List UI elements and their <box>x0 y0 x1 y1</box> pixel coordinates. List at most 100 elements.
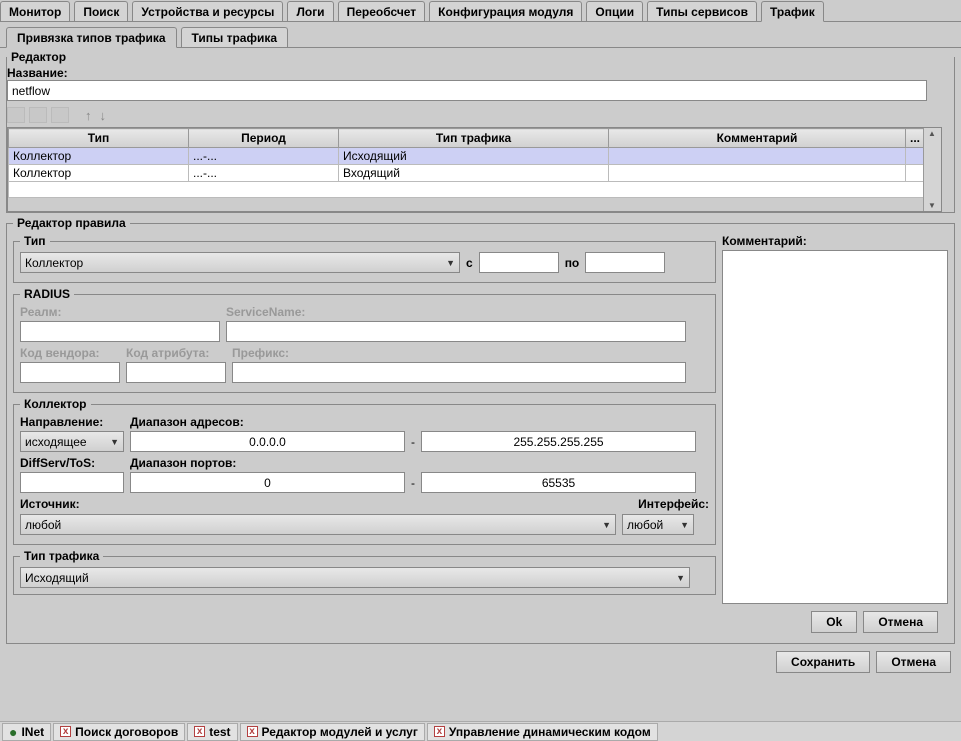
cell-period: ...-... <box>189 165 339 182</box>
vendor-input[interactable] <box>20 362 120 383</box>
port-range-label: Диапазон портов: <box>130 456 236 470</box>
dash-separator: - <box>411 476 415 490</box>
move-down-icon[interactable]: ↓ <box>98 108 109 123</box>
prefix-label: Префикс: <box>232 346 289 360</box>
diffserv-input[interactable] <box>20 472 124 493</box>
cell-spacer <box>905 165 924 182</box>
prefix-input[interactable] <box>232 362 686 383</box>
tab-search[interactable]: Поиск <box>74 1 128 21</box>
statusbar-label: test <box>209 725 230 739</box>
vendor-label: Код вендора: <box>20 346 120 360</box>
tab-label: Трафик <box>770 5 815 19</box>
tab-devices[interactable]: Устройства и ресурсы <box>132 1 283 21</box>
move-up-icon[interactable]: ↑ <box>83 108 94 123</box>
cancel2-button[interactable]: Отмена <box>876 651 951 673</box>
cell-traffic: Исходящий <box>339 148 609 165</box>
cell-comment <box>609 148 906 165</box>
cell-type: Коллектор <box>9 165 189 182</box>
statusbar-tab-inet[interactable]: ● INet <box>2 723 51 741</box>
tab-config[interactable]: Конфигурация модуля <box>429 1 582 21</box>
statusbar-label: INet <box>21 725 44 739</box>
rules-table: Тип Период Тип трафика Комментарий ... К… <box>7 127 942 212</box>
traffic-type-select[interactable]: Исходящий <box>20 567 690 588</box>
tab-recalc[interactable]: Переобсчет <box>338 1 426 21</box>
statusbar: ● INet x Поиск договоров x test x Редакт… <box>0 721 961 741</box>
source-label: Источник: <box>20 497 80 511</box>
top-tabs: Монитор Поиск Устройства и ресурсы Логи … <box>0 0 961 22</box>
bullet-icon: ● <box>9 727 17 737</box>
iface-select[interactable]: любой <box>622 514 694 535</box>
sub-tabs: Привязка типов трафика Типы трафика <box>0 22 961 48</box>
c-input[interactable] <box>479 252 559 273</box>
cell-period: ...-... <box>189 148 339 165</box>
direction-label: Направление: <box>20 415 124 429</box>
tab-servicetypes[interactable]: Типы сервисов <box>647 1 757 21</box>
realm-input[interactable] <box>20 321 220 342</box>
realm-label: Реалм: <box>20 305 220 319</box>
statusbar-label: Поиск договоров <box>75 725 178 739</box>
editor-fieldset: Редактор Название: ↑ ↓ Тип Перио <box>6 50 955 213</box>
table-fill <box>9 182 925 198</box>
traffic-type-fieldset: Тип трафика Исходящий <box>13 549 716 595</box>
tab-logs[interactable]: Логи <box>287 1 333 21</box>
statusbar-tab-modules[interactable]: x Редактор модулей и услуг <box>240 723 425 741</box>
statusbar-tab-test[interactable]: x test <box>187 723 237 741</box>
cancel-button[interactable]: Отмена <box>863 611 938 633</box>
collector-fieldset: Коллектор Направление: Диапазон адресов:… <box>13 397 716 545</box>
tab-label: Переобсчет <box>347 5 417 19</box>
port-from-input[interactable] <box>130 472 405 493</box>
col-type[interactable]: Тип <box>9 129 189 148</box>
subtab-types[interactable]: Типы трафика <box>181 27 289 47</box>
table-row[interactable]: Коллектор ...-... Исходящий <box>9 148 925 165</box>
toolbar-btn-2[interactable] <box>29 107 47 123</box>
col-menu[interactable]: ... <box>905 129 924 148</box>
statusbar-label: Управление динамическим кодом <box>449 725 651 739</box>
source-select[interactable]: любой <box>20 514 616 535</box>
tab-monitor[interactable]: Монитор <box>0 1 70 21</box>
close-icon[interactable]: x <box>60 726 71 737</box>
addr-to-input[interactable] <box>421 431 696 452</box>
attr-input[interactable] <box>126 362 226 383</box>
statusbar-tab-search[interactable]: x Поиск договоров <box>53 723 185 741</box>
collector-legend: Коллектор <box>20 397 91 411</box>
diffserv-label: DiffServ/ToS: <box>20 456 124 470</box>
close-icon[interactable]: x <box>434 726 445 737</box>
radius-legend: RADIUS <box>20 287 74 301</box>
save-button[interactable]: Сохранить <box>776 651 870 673</box>
comment-textarea[interactable] <box>722 250 948 604</box>
name-input[interactable] <box>7 80 927 101</box>
col-traffic[interactable]: Тип трафика <box>339 129 609 148</box>
po-input[interactable] <box>585 252 665 273</box>
radius-fieldset: RADIUS Реалм: ServiceName: Код вендора: … <box>13 287 716 393</box>
tab-label: Поиск <box>83 5 119 19</box>
toolbar-btn-1[interactable] <box>7 107 25 123</box>
comment-label: Комментарий: <box>722 234 948 248</box>
tab-traffic[interactable]: Трафик <box>761 1 824 22</box>
mini-toolbar: ↑ ↓ <box>7 105 954 127</box>
close-icon[interactable]: x <box>194 726 205 737</box>
close-icon[interactable]: x <box>247 726 258 737</box>
cell-traffic: Входящий <box>339 165 609 182</box>
subtab-label: Типы трафика <box>192 31 278 45</box>
rule-editor-legend: Редактор правила <box>13 216 130 230</box>
rule-editor-fieldset: Редактор правила Тип Коллектор с <box>6 216 955 644</box>
port-to-input[interactable] <box>421 472 696 493</box>
iface-label: Интерфейс: <box>638 497 709 511</box>
direction-select[interactable]: исходящее <box>20 431 124 452</box>
addr-from-input[interactable] <box>130 431 405 452</box>
col-period[interactable]: Период <box>189 129 339 148</box>
tab-label: Устройства и ресурсы <box>141 5 274 19</box>
servicename-input[interactable] <box>226 321 686 342</box>
ok-button[interactable]: Ok <box>811 611 857 633</box>
col-comment[interactable]: Комментарий <box>609 129 906 148</box>
statusbar-tab-dyncode[interactable]: x Управление динамическим кодом <box>427 723 658 741</box>
tab-options[interactable]: Опции <box>586 1 643 21</box>
toolbar-btn-3[interactable] <box>51 107 69 123</box>
editor-legend: Редактор <box>7 50 70 64</box>
table-scrollbar[interactable] <box>923 128 941 211</box>
subtab-binding[interactable]: Привязка типов трафика <box>6 27 177 48</box>
subtab-label: Привязка типов трафика <box>17 31 166 45</box>
type-select[interactable]: Коллектор <box>20 252 460 273</box>
type-fieldset: Тип Коллектор с по <box>13 234 716 283</box>
table-row[interactable]: Коллектор ...-... Входящий <box>9 165 925 182</box>
